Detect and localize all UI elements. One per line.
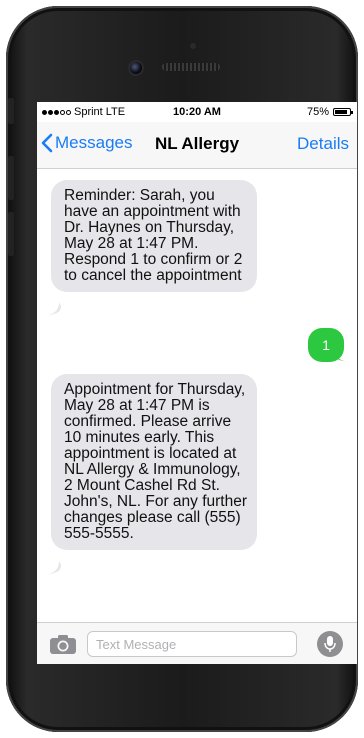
camera-icon[interactable]	[49, 633, 77, 655]
conversation-header: Messages NL Allergy Details	[37, 122, 357, 169]
status-right: 75%	[306, 106, 353, 118]
incoming-message[interactable]: Appointment for Thursday, May 28 at 1:47…	[51, 374, 257, 550]
incoming-message[interactable]: Reminder: Sarah, you have an appointment…	[51, 180, 257, 292]
details-button[interactable]: Details	[297, 134, 349, 154]
bubble-tail	[334, 348, 348, 362]
back-button[interactable]: Messages	[41, 133, 132, 153]
proximity-sensor	[190, 43, 196, 49]
volume-up-button	[8, 156, 14, 200]
message-input[interactable]: Text Message	[87, 631, 297, 657]
phone-screen: Sprint LTE 10:20 AM 75% Messages NL Alle…	[37, 102, 357, 664]
volume-down-button	[8, 212, 14, 256]
mute-switch	[8, 98, 14, 124]
bubble-tail	[45, 302, 61, 316]
front-camera	[130, 62, 142, 74]
microphone-icon	[324, 636, 336, 652]
microphone-button[interactable]	[317, 631, 343, 657]
back-label: Messages	[55, 133, 133, 152]
phone-frame: Sprint LTE 10:20 AM 75% Messages NL Alle…	[6, 6, 358, 732]
battery-icon	[333, 108, 353, 116]
battery-percent: 75%	[306, 106, 329, 118]
bubble-tail	[45, 561, 61, 575]
chevron-left-icon	[41, 133, 53, 153]
status-bar: Sprint LTE 10:20 AM 75%	[37, 102, 357, 122]
message-composer: Text Message	[37, 622, 357, 664]
earpiece-speaker	[162, 63, 220, 71]
